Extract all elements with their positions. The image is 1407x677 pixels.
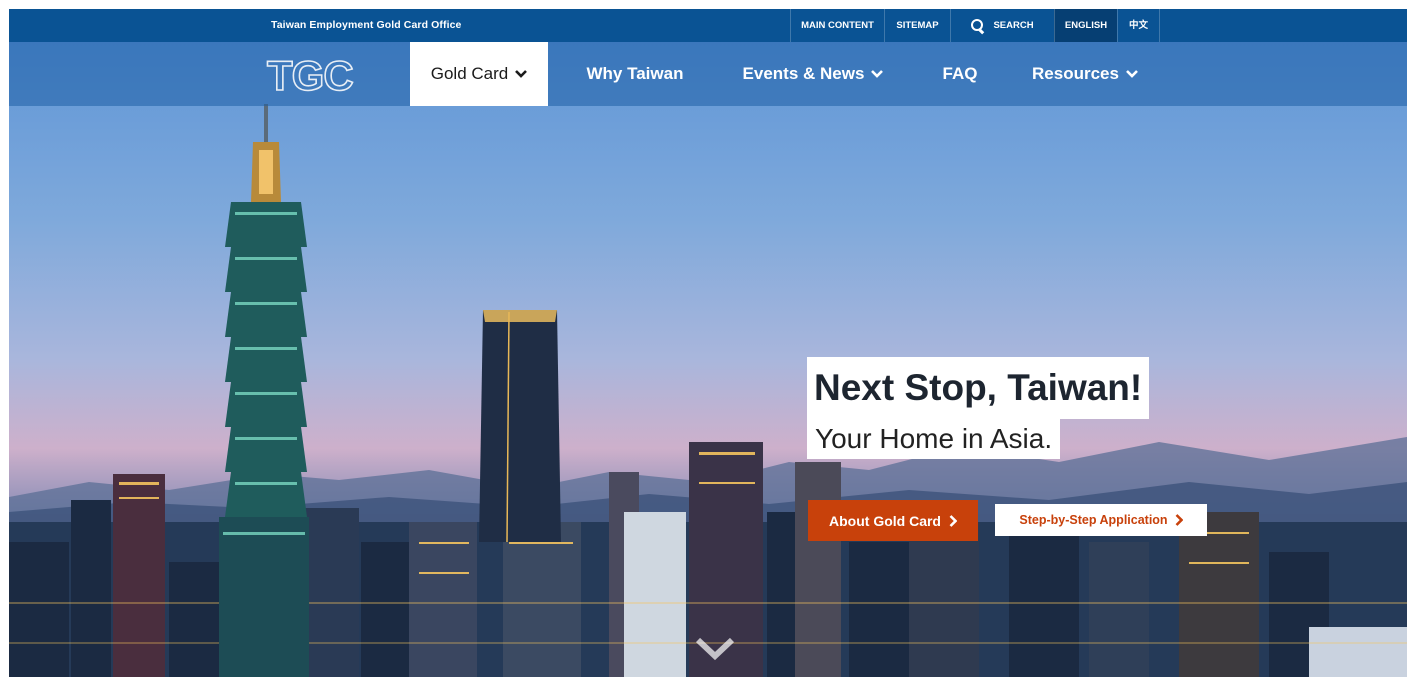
step-by-step-application-label: Step-by-Step Application: [1019, 513, 1168, 527]
main-content-link[interactable]: MAIN CONTENT: [790, 9, 884, 42]
page: Taiwan Employment Gold Card Office MAIN …: [9, 9, 1407, 677]
nav-events-news-label: Events & News: [742, 64, 865, 83]
language-english-link[interactable]: ENGLISH: [1054, 9, 1117, 42]
taipei-skyline-image: [9, 104, 1407, 677]
nav-resources-label: Resources: [1032, 64, 1119, 83]
step-by-step-application-button[interactable]: Step-by-Step Application: [995, 504, 1207, 536]
about-gold-card-button[interactable]: About Gold Card: [808, 500, 978, 541]
chevron-down-icon: [515, 70, 528, 78]
chevron-right-icon: [1175, 514, 1183, 526]
nav-gold-card-label: Gold Card: [430, 64, 509, 83]
nav-events-news[interactable]: Events & News: [727, 42, 899, 106]
chevron-down-icon: [1126, 70, 1138, 78]
main-nav: TGC Gold Card Why Taiwan Events & News F…: [9, 42, 1407, 106]
about-gold-card-label: About Gold Card: [829, 512, 941, 529]
search-icon: [971, 18, 985, 33]
nav-why-taiwan-label: Why Taiwan: [586, 64, 684, 83]
language-chinese-link[interactable]: 中文: [1117, 9, 1160, 42]
utility-bar: Taiwan Employment Gold Card Office MAIN …: [9, 9, 1407, 42]
logo-text: TGC: [267, 52, 353, 96]
nav-resources[interactable]: Resources: [1016, 42, 1154, 106]
chevron-right-icon: [949, 514, 957, 527]
search-button[interactable]: SEARCH: [950, 9, 1054, 42]
sitemap-link[interactable]: SITEMAP: [884, 9, 950, 42]
nav-faq[interactable]: FAQ: [924, 42, 996, 106]
nav-why-taiwan[interactable]: Why Taiwan: [565, 42, 705, 106]
hero-banner: [9, 42, 1407, 677]
nav-gold-card[interactable]: Gold Card: [410, 42, 548, 106]
scroll-down-chevron-icon[interactable]: [695, 637, 735, 661]
search-label: SEARCH: [993, 20, 1034, 31]
hero-subheadline: Your Home in Asia.: [807, 419, 1061, 459]
hero-headline: Next Stop, Taiwan!: [807, 357, 1150, 419]
site-name[interactable]: Taiwan Employment Gold Card Office: [271, 9, 461, 42]
nav-faq-label: FAQ: [942, 64, 978, 83]
taipei-101-tower: [219, 104, 309, 677]
tgc-logo[interactable]: TGC: [265, 52, 369, 96]
chevron-down-icon: [871, 70, 884, 78]
